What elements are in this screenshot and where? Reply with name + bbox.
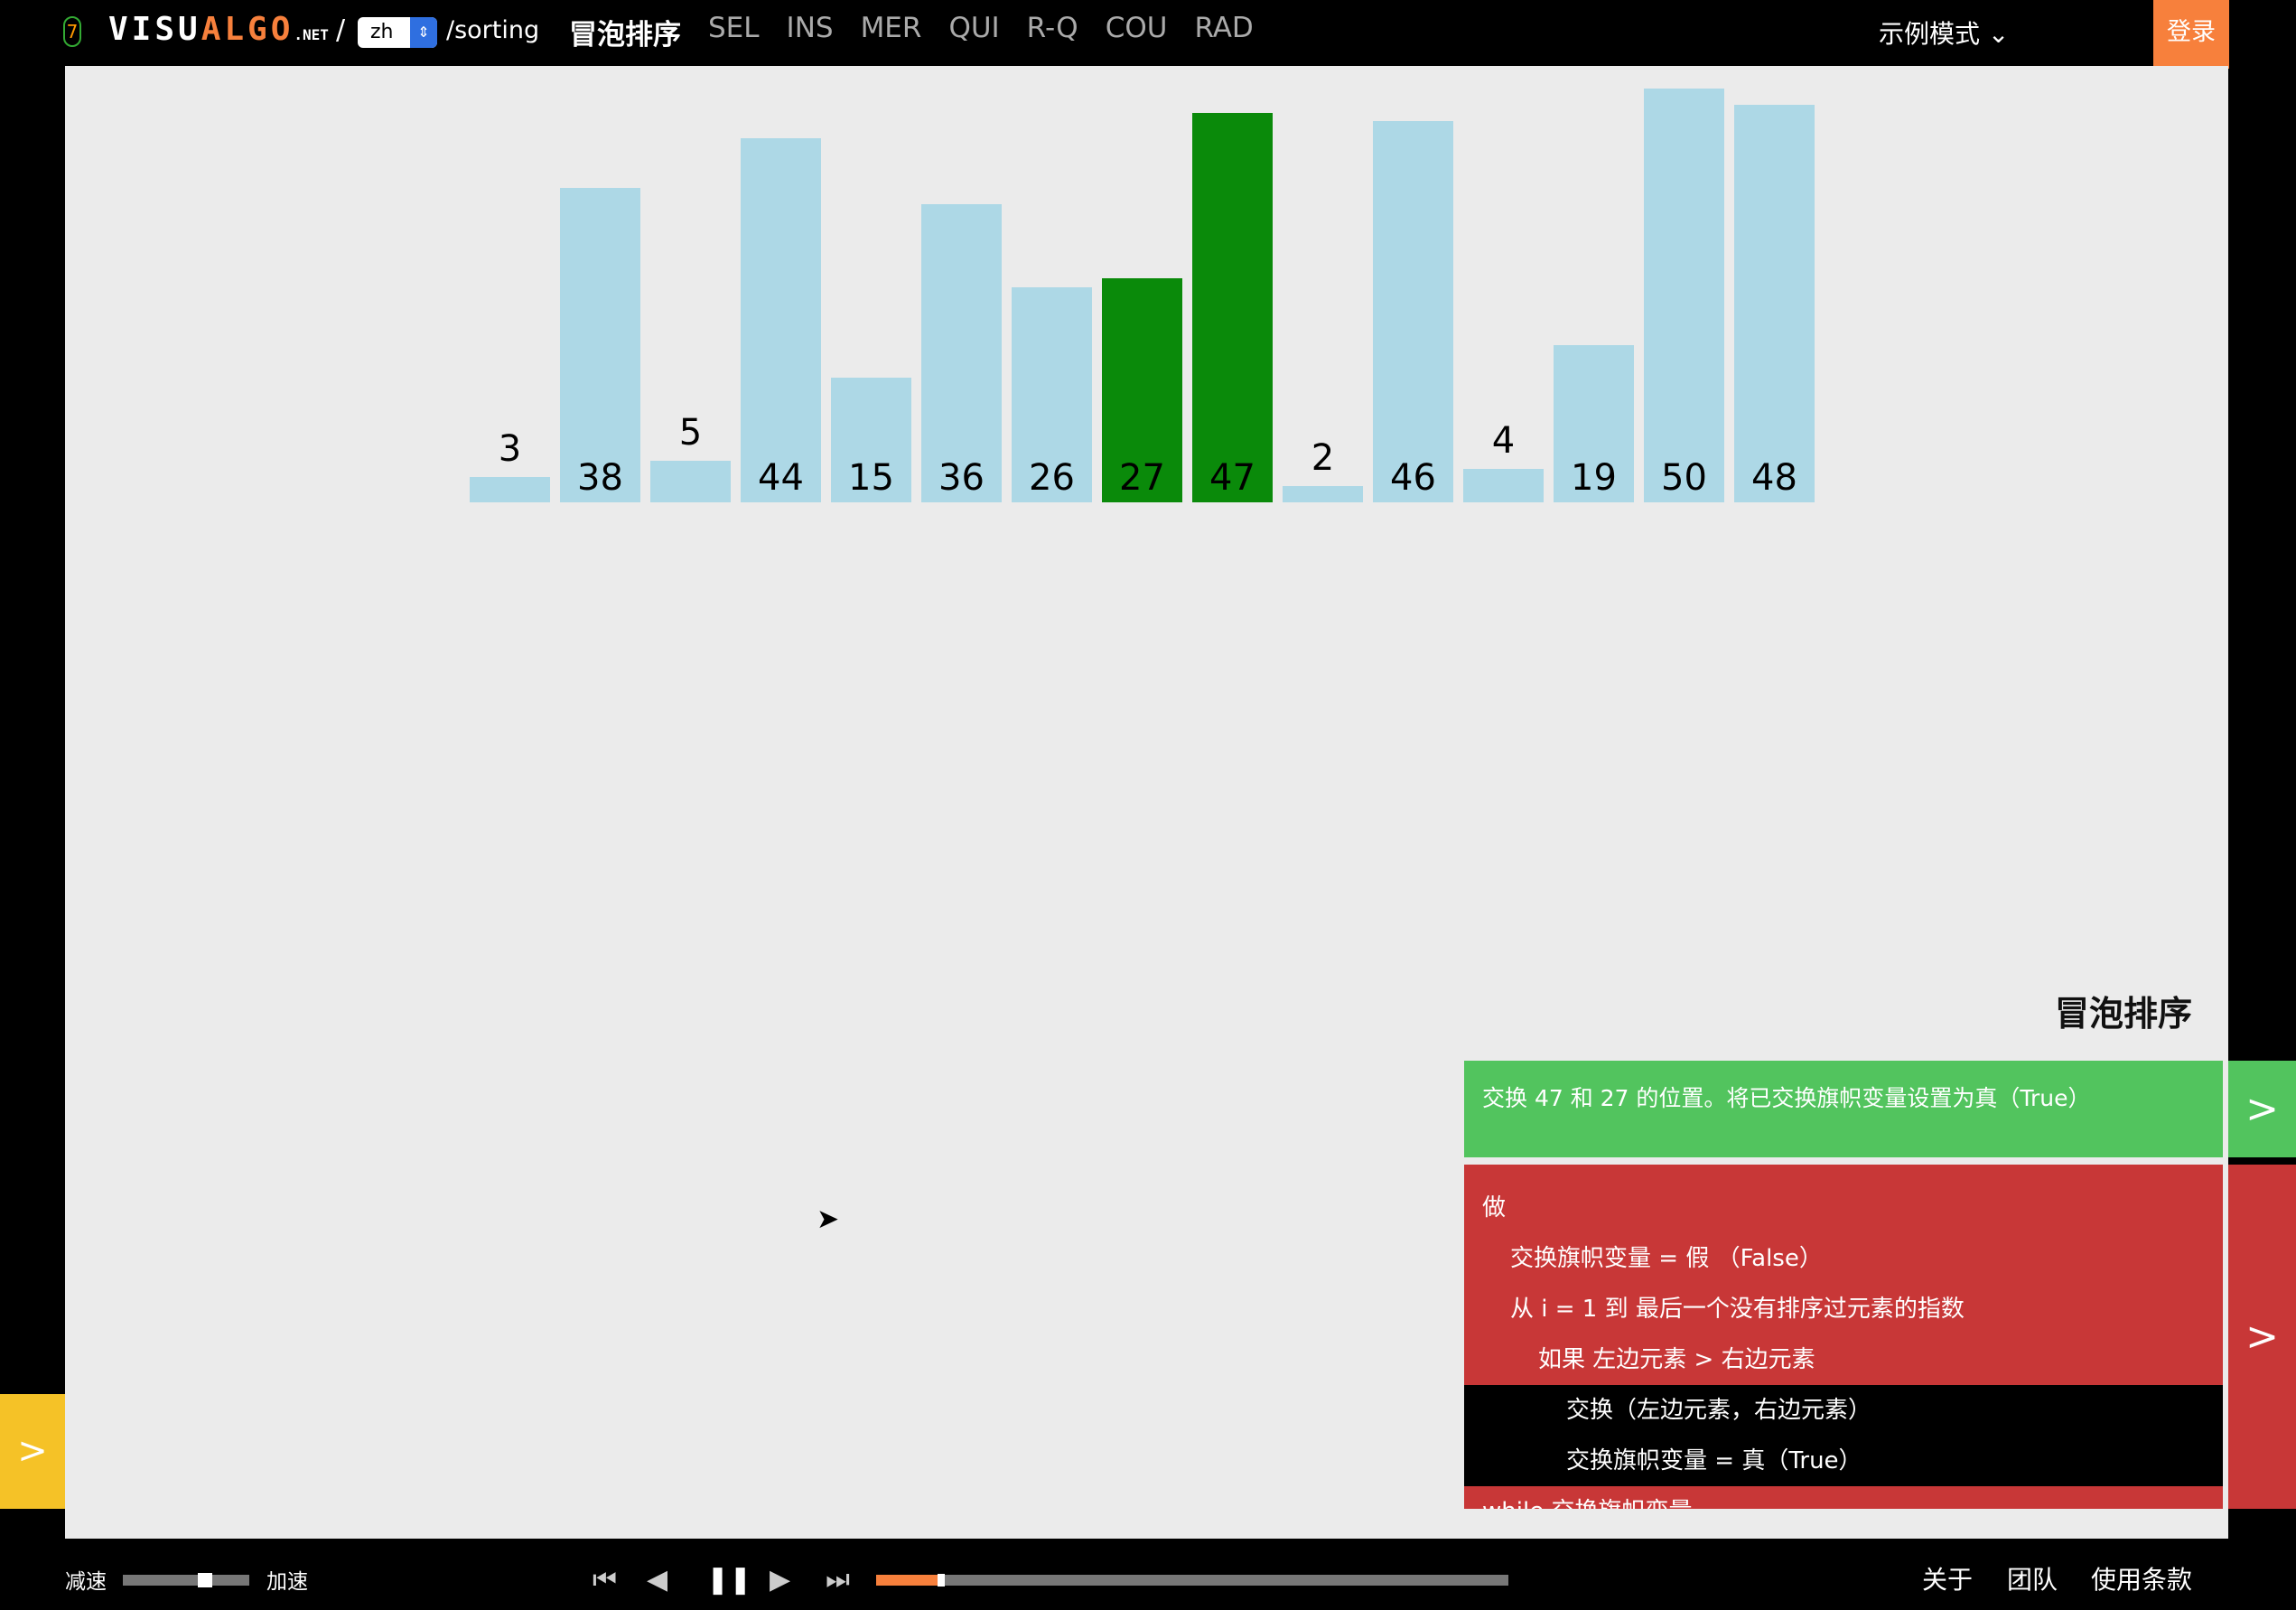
bar [1463,469,1544,502]
bar [1283,485,1363,502]
status-panel: 交换 47 和 27 的位置。将已交换旗帜变量设置为真（True） [1464,1061,2223,1157]
chevron-right-icon: > [2245,1314,2279,1360]
terms-link[interactable]: 使用条款 [2091,1560,2192,1596]
chevron-right-icon: > [2245,1086,2279,1132]
tab-rad[interactable]: RAD [1194,12,1253,52]
select-arrows-icon: ⇕ [410,17,437,48]
go-to-start-icon[interactable]: ⏮ [593,1564,617,1596]
bar [650,461,731,502]
bar-value-label: 44 [758,457,804,499]
status-collapse-button[interactable]: > [2228,1061,2296,1157]
page-path: /sorting [446,16,540,44]
slower-label: 减速 [65,1570,107,1594]
progress-fill [876,1575,938,1586]
code-line: while 交换旗帜变量 [1464,1486,2223,1509]
code-line: 交换旗帜变量 = 真（True） [1464,1436,2223,1486]
tab-qui[interactable]: QUI [948,12,999,52]
bar-value-label: 26 [1029,457,1075,499]
code-collapse-button[interactable]: > [2228,1165,2296,1509]
bar-value-label: 27 [1119,457,1165,499]
bar [1373,121,1453,502]
visualgo-logo[interactable]: VISUALGO.NET [108,11,329,48]
step-forward-icon[interactable]: ▶ [770,1564,790,1596]
algorithm-tabs: 冒泡排序 SEL INS MER QUI R-Q COU RAD [569,12,1254,52]
mode-dropdown[interactable]: 示例模式 ⌄ [1879,14,2009,51]
code-line: 交换（左边元素，右边元素） [1464,1385,2223,1436]
team-link[interactable]: 团队 [2007,1560,2058,1596]
bar-value-label: 5 [678,412,703,454]
pause-icon[interactable]: ❚❚ [706,1564,751,1596]
code-line: 交换旗帜变量 = 假 （False） [1510,1245,1823,1272]
bar-value-label: 36 [938,457,985,499]
faster-label: 加速 [266,1570,308,1594]
progress-handle[interactable] [938,1574,945,1587]
bar [470,477,550,502]
tab-cou[interactable]: COU [1106,12,1168,52]
badge-icon[interactable]: 7 [63,16,81,47]
login-button[interactable]: 登录 [2153,0,2229,69]
bar [741,137,821,502]
bar-value-label: 4 [1491,420,1516,463]
code-line: 做 [1482,1194,1507,1222]
speed-slider-handle[interactable] [197,1573,212,1587]
bar [560,187,640,502]
playback-bar: 减速 加速 ⏮ ◀ ❚❚ ▶ ⏭ 关于 团队 使用条款 [0,1539,2296,1610]
code-line: 从 i = 1 到 最后一个没有排序过元素的指数 [1510,1296,1965,1323]
progress-bar[interactable] [876,1574,1508,1587]
bar-value-label: 2 [1311,436,1335,479]
bar-value-label: 47 [1209,457,1255,499]
algorithm-title: 冒泡排序 [2054,994,2192,1034]
top-nav: 7 VISUALGO.NET / zh ⇕ /sorting 冒泡排序 SEL INS… [0,0,2296,69]
pseudocode-panel: 做交换旗帜变量 = 假 （False） 从 i = 1 到 最后一个没有排序过元素… [1464,1165,2223,1509]
go-to-end-icon[interactable]: ⏭ [826,1564,850,1596]
tab-r-q[interactable]: R-Q [1027,12,1078,52]
about-link[interactable]: 关于 [1922,1560,1973,1596]
bar-value-label: 46 [1390,457,1436,499]
bar-value-label: 48 [1751,457,1797,499]
side-panel-toggle[interactable]: > [0,1394,65,1509]
language-select[interactable]: zh ⇕ [358,17,437,48]
tab-ins[interactable]: INS [787,12,834,52]
bar-value-label: 15 [848,457,894,499]
bar [1644,88,1724,502]
step-back-icon[interactable]: ◀ [647,1564,667,1596]
bar-value-label: 19 [1571,457,1617,499]
mouse-cursor-icon: ➤ [817,1203,840,1235]
bar [1734,104,1815,502]
bar-value-label: 38 [577,457,623,499]
tab-mer[interactable]: MER [861,12,922,52]
bar-value-label: 50 [1661,457,1707,499]
tab-bubble[interactable]: 冒泡排序 [569,12,681,52]
tab-sel[interactable]: SEL [708,12,760,52]
bar [1192,113,1273,502]
speed-slider[interactable] [123,1573,249,1587]
chevron-right-icon: > [17,1430,48,1472]
path-separator: / [336,14,346,46]
bar-value-label: 3 [498,428,522,471]
code-line: 如果 左边元素 > 右边元素 [1538,1346,1815,1373]
